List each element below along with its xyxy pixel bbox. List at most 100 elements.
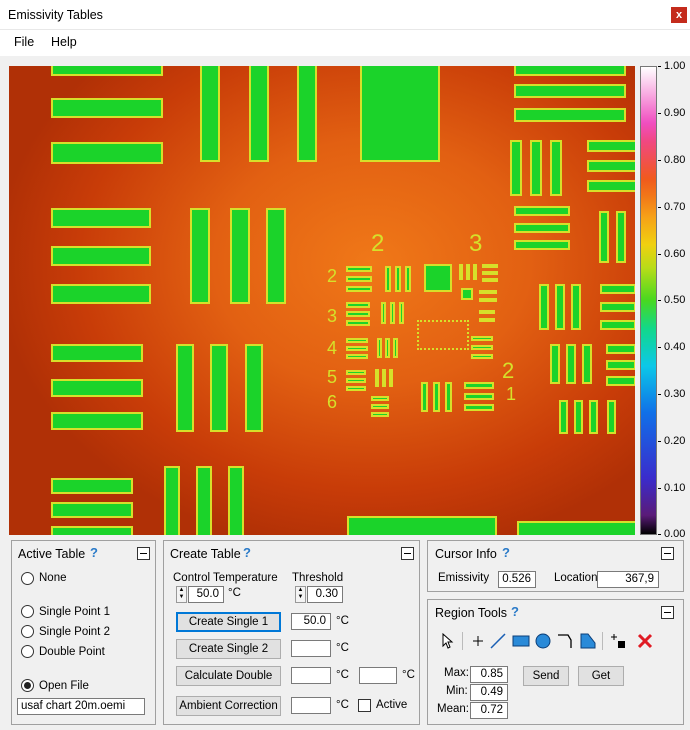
colorbar-label: 1.00 [664, 60, 686, 72]
target-bar [482, 264, 498, 268]
emissivity-value: 0.526 [498, 571, 536, 588]
target-bar [51, 502, 133, 518]
max-value: 0.85 [470, 666, 508, 683]
create-single-2-button[interactable]: Create Single 2 [176, 639, 281, 659]
rectangle-tool-icon[interactable] [511, 631, 531, 651]
send-button[interactable]: Send [523, 666, 569, 686]
unit-label: °C [336, 642, 349, 654]
target-bar [559, 400, 568, 434]
target-bar [600, 302, 635, 312]
active-checkbox[interactable] [358, 699, 371, 712]
radio-label: None [39, 572, 67, 584]
target-bar [346, 286, 372, 292]
pointer-icon[interactable] [438, 631, 458, 651]
spinner-arrows-icon[interactable]: ▲ ▼ [176, 586, 187, 603]
target-bar [51, 98, 163, 118]
target-bar [176, 344, 194, 432]
radio-single-point-2[interactable] [21, 625, 34, 638]
target-bar [375, 369, 379, 387]
panel-title: Create Table [170, 547, 241, 561]
target-bar [381, 302, 386, 324]
colorbar-tick [658, 488, 661, 489]
help-icon[interactable]: ? [511, 604, 519, 619]
target-bar [587, 180, 635, 192]
double-value-2 [359, 667, 397, 684]
target-bar [51, 208, 151, 228]
element-label: 1 [506, 384, 517, 404]
target-bar [51, 284, 151, 304]
threshold-input[interactable]: 0.30 [307, 586, 343, 603]
active-table-panel: Active Table ? None Single Point 1 Singl… [11, 540, 156, 725]
target-bar [550, 140, 562, 196]
target-bar [371, 396, 389, 401]
target-square [424, 264, 452, 292]
help-icon[interactable]: ? [90, 545, 98, 560]
colorbar-label: 0.10 [664, 482, 686, 494]
target-bar [459, 264, 463, 280]
collapse-button[interactable] [401, 547, 414, 560]
collapse-button[interactable] [661, 547, 674, 560]
target-bar [164, 466, 180, 535]
target-bar [514, 66, 626, 76]
get-button[interactable]: Get [578, 666, 624, 686]
emissivity-label: Emissivity [438, 572, 490, 584]
thermal-image[interactable]: 2 3 2 3 4 5 6 2 1 [9, 66, 635, 535]
target-bar [479, 318, 495, 322]
target-bar [245, 344, 263, 432]
collapse-button[interactable] [137, 547, 150, 560]
line-tool-icon[interactable] [488, 631, 508, 651]
target-bar [514, 223, 570, 233]
target-bar [297, 66, 317, 162]
crosshair-point-icon[interactable] [468, 631, 488, 651]
panel-title: Region Tools [435, 606, 508, 620]
group-label: 2 [371, 230, 385, 257]
target-bar [514, 108, 626, 122]
file-name-field[interactable]: usaf chart 20m.oemi [17, 698, 145, 715]
ellipse-tool-icon[interactable] [533, 631, 553, 651]
radio-single-point-1[interactable] [21, 605, 34, 618]
target-bar [466, 264, 470, 280]
create-single-1-button[interactable]: Create Single 1 [176, 612, 281, 632]
unit-label: °C [402, 669, 415, 681]
help-icon[interactable]: ? [243, 545, 251, 560]
target-bar [530, 140, 542, 196]
colorbar-label: 0.40 [664, 341, 686, 353]
calculate-double-button[interactable]: Calculate Double [176, 666, 281, 686]
colorbar-tick [658, 441, 661, 442]
location-value: 367,9 [597, 571, 659, 588]
radio-double-point[interactable] [21, 645, 34, 658]
colorbar-tick [658, 160, 661, 161]
unit-label: °C [228, 587, 241, 599]
toolbar-separator [462, 632, 463, 650]
target-bar [346, 386, 366, 391]
radio-open-file[interactable] [21, 679, 34, 692]
help-icon[interactable]: ? [502, 545, 510, 560]
menu-help[interactable]: Help [51, 35, 77, 49]
control-temp-input[interactable]: 50.0 [188, 586, 224, 603]
add-point-icon[interactable] [608, 631, 628, 651]
collapse-button[interactable] [661, 606, 674, 619]
target-bar [190, 208, 210, 304]
ambient-correction-button[interactable]: Ambient Correction [176, 696, 281, 716]
target-bar [574, 400, 583, 434]
target-bar [471, 345, 493, 350]
element-label: 4 [327, 338, 338, 358]
polyline-tool-icon[interactable] [555, 631, 575, 651]
delete-region-icon[interactable] [635, 631, 655, 651]
target-bar [346, 276, 372, 282]
target-bar [587, 140, 635, 152]
spinner-arrows-icon[interactable]: ▲ ▼ [295, 586, 306, 603]
radio-none[interactable] [21, 572, 34, 585]
close-button[interactable]: x [671, 7, 687, 23]
target-bar [51, 526, 133, 535]
target-bar [393, 338, 398, 358]
target-bar [479, 310, 495, 314]
colorbar-tick [658, 113, 661, 114]
polygon-tool-icon[interactable] [578, 631, 598, 651]
target-bar [382, 369, 386, 387]
menu-file[interactable]: File [14, 35, 34, 49]
radio-label: Single Point 1 [39, 606, 110, 618]
target-bar [395, 266, 401, 292]
target-bar [471, 336, 493, 341]
location-label: Location [554, 572, 598, 584]
